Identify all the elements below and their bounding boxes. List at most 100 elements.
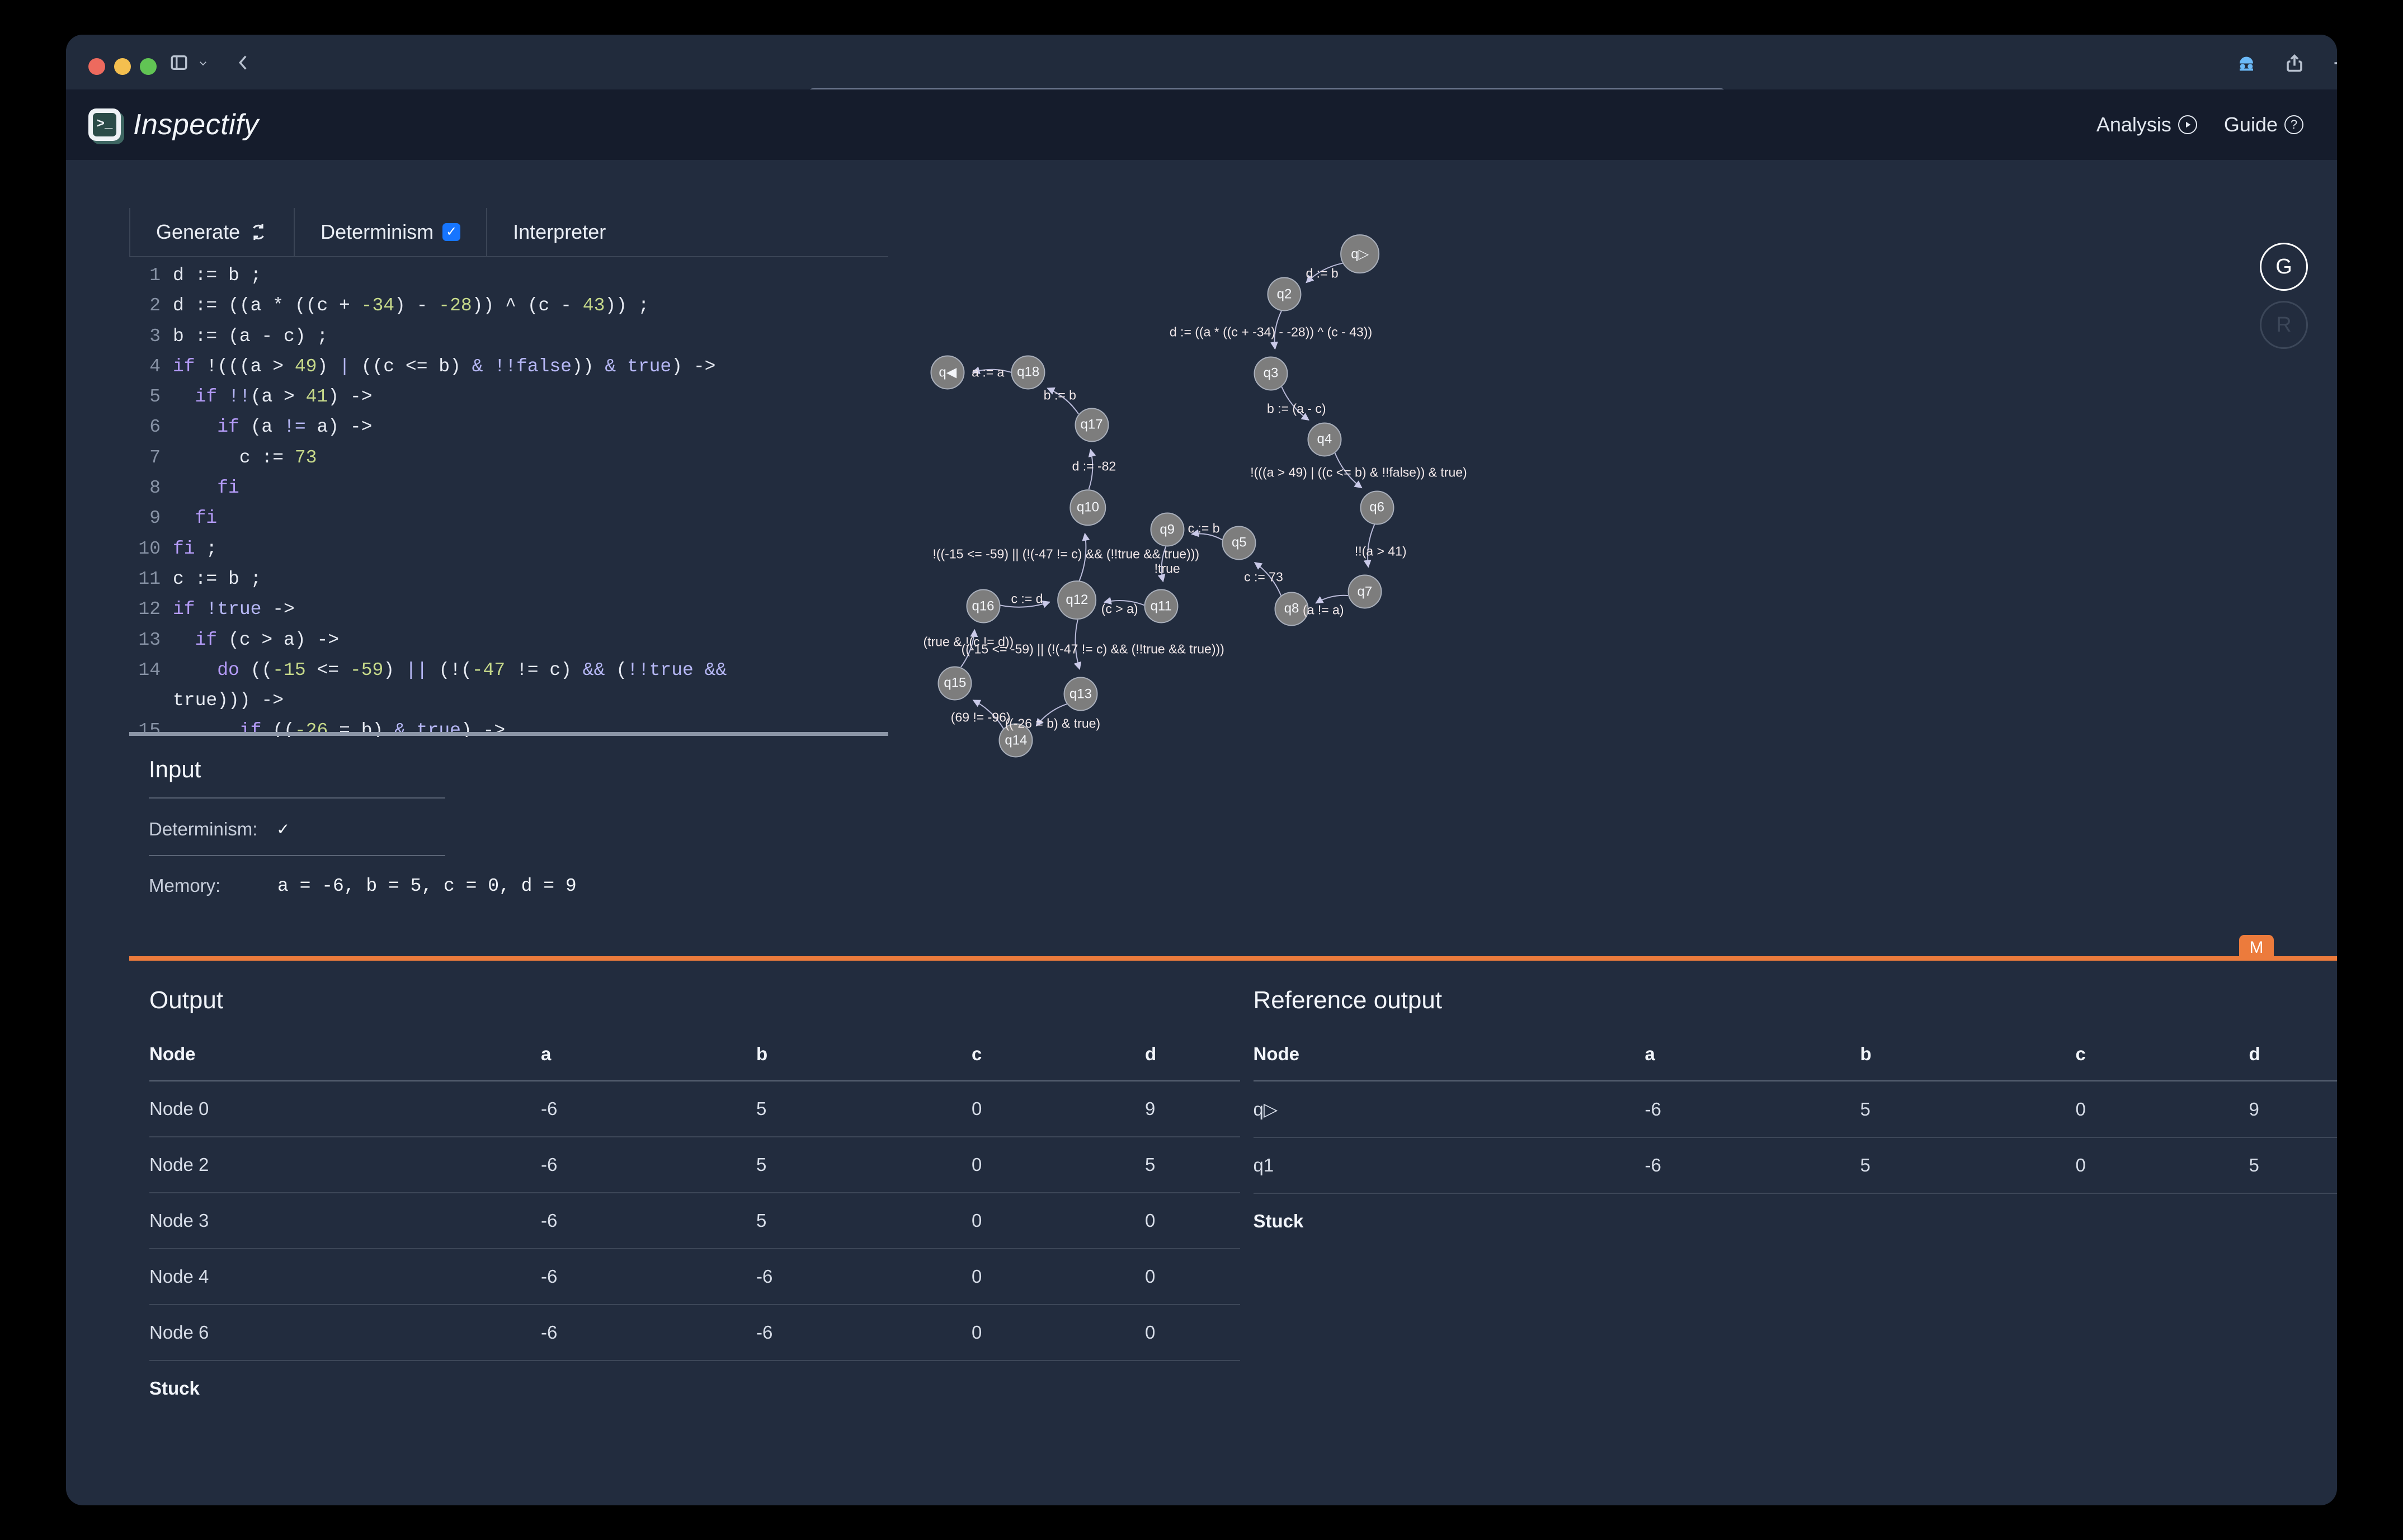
window-controls[interactable] — [88, 58, 157, 75]
reference-output-table: Nodeabcd q▷-6509q1-6505 — [1254, 1027, 2338, 1194]
output-column: Output Nodeabcd Node 0-6509Node 2-6505No… — [129, 961, 1233, 1475]
tab-determinism-label: Determinism — [321, 220, 434, 244]
graph-mode-buttons: G R — [2260, 243, 2308, 359]
graph-edge-label: b := b — [1044, 388, 1076, 403]
reference-cell: 0 — [2076, 1081, 2249, 1137]
output-table-header: Nodeabcd — [149, 1027, 1240, 1081]
graph-node[interactable]: q18 — [1011, 355, 1045, 389]
output-cell: -6 — [756, 1249, 972, 1305]
code-line: 10fi ; — [129, 534, 888, 564]
graph-edge-label: d := ((a * ((c + -34) - -28)) ^ (c - 43)… — [1170, 324, 1372, 339]
graph-node[interactable]: q11 — [1144, 589, 1178, 623]
graph-edge-label: a := a — [972, 365, 1004, 380]
output-cell: 0 — [1145, 1193, 1240, 1249]
back-chevron-icon[interactable] — [234, 53, 253, 72]
checkbox-checked-icon[interactable]: ✓ — [442, 223, 460, 241]
code-line: 4if !(((a > 49) | ((c <= b) & !!false)) … — [129, 352, 888, 382]
close-window-button[interactable] — [88, 58, 105, 75]
line-content: c := b ; — [173, 564, 261, 594]
divider-line-2 — [149, 855, 445, 856]
graph-node[interactable]: q9 — [1150, 512, 1184, 546]
tab-bar: Generate Determinism ✓ Interpreter — [129, 208, 632, 256]
graph-edges — [888, 208, 2337, 956]
graph-node[interactable]: q5 — [1222, 526, 1256, 560]
code-line: 5 if !!(a > 41) -> — [129, 382, 888, 412]
output-cell: Node 0 — [149, 1081, 541, 1137]
output-cell: -6 — [541, 1305, 756, 1361]
tab-generate[interactable]: Generate — [129, 208, 295, 256]
output-cell: 0 — [972, 1305, 1145, 1361]
tab-interpreter[interactable]: Interpreter — [487, 208, 632, 256]
terminal-prompt-glyph: >_ — [93, 113, 116, 136]
graph-node[interactable]: q16 — [966, 589, 1000, 623]
line-number: 12 — [129, 594, 173, 625]
table-row: q▷-6509 — [1254, 1081, 2338, 1137]
code-line: 14 do ((-15 <= -59) || (!(-47 != c) && (… — [129, 655, 888, 686]
chevron-down-icon[interactable] — [198, 58, 208, 68]
plus-icon[interactable] — [2330, 53, 2337, 73]
reference-table-body: q▷-6509q1-6505 — [1254, 1081, 2338, 1193]
graph-node[interactable]: q13 — [1063, 677, 1097, 711]
line-content: if !!(a > 41) -> — [173, 382, 373, 412]
graph-node[interactable]: q2 — [1267, 277, 1301, 311]
graph-edge-label: (a != a) — [1303, 602, 1344, 617]
tab-determinism[interactable]: Determinism ✓ — [295, 208, 487, 256]
graph-node[interactable]: q◀ — [931, 355, 965, 389]
reference-column-header: a — [1645, 1027, 1860, 1081]
graph-node[interactable]: q6 — [1360, 490, 1394, 525]
line-number: 11 — [129, 564, 173, 594]
nav-guide[interactable]: Guide ? — [2224, 113, 2303, 136]
memory-badge[interactable]: M — [2239, 935, 2274, 961]
reference-output-title: Reference output — [1254, 986, 2338, 1014]
table-row: Node 2-6505 — [149, 1137, 1240, 1193]
app-logo: >_ Inspectify — [88, 108, 259, 141]
graph-node[interactable]: q17 — [1075, 408, 1109, 442]
minimize-window-button[interactable] — [114, 58, 131, 75]
code-editor[interactable]: 1d := b ;2d := ((a * ((c + -34) - -28)) … — [129, 256, 888, 737]
graph-node[interactable]: q12 — [1058, 581, 1097, 620]
line-content: fi — [173, 473, 239, 503]
maximize-window-button[interactable] — [140, 58, 157, 75]
line-content: fi — [173, 503, 217, 533]
memory-label: Memory: — [149, 875, 277, 896]
graph-edge-label: !!(a > 41) — [1355, 544, 1407, 559]
line-content: fi ; — [173, 534, 217, 564]
reference-cell: -6 — [1645, 1081, 1860, 1137]
line-content: if !true -> — [173, 594, 295, 625]
reference-cell: 9 — [2249, 1081, 2338, 1137]
graph-node[interactable]: q▷ — [1340, 234, 1379, 273]
output-cell: 9 — [1145, 1081, 1240, 1137]
graph-button-r[interactable]: R — [2260, 301, 2308, 349]
graph-button-g[interactable]: G — [2260, 243, 2308, 291]
play-circle-icon — [2178, 115, 2197, 134]
graph-edge-label: c := d — [1011, 592, 1043, 607]
output-cell: 0 — [1145, 1305, 1240, 1361]
extension-icon[interactable] — [2236, 54, 2256, 74]
line-number: 9 — [129, 503, 173, 533]
output-cell: 5 — [756, 1137, 972, 1193]
code-line: 11c := b ; — [129, 564, 888, 594]
graph-node[interactable]: q15 — [938, 666, 972, 700]
editor-horizontal-scrollbar[interactable] — [129, 732, 888, 736]
graph-node[interactable]: q4 — [1307, 422, 1341, 456]
graph-edge-label: !true — [1155, 561, 1180, 576]
reference-cell: 0 — [2076, 1137, 2249, 1193]
line-content: if (c > a) -> — [173, 625, 339, 655]
tab-generate-label: Generate — [156, 220, 240, 244]
graph-edge-label: !(((a > 49) | ((c <= b) & !!false)) & tr… — [1250, 465, 1467, 480]
code-line: 1d := b ; — [129, 261, 888, 291]
graph-node[interactable]: q7 — [1347, 575, 1382, 609]
table-row: Node 6-6-600 — [149, 1305, 1240, 1361]
nav-analysis[interactable]: Analysis — [2096, 113, 2197, 136]
code-line: 6 if (a != a) -> — [129, 412, 888, 442]
share-icon[interactable] — [2284, 53, 2305, 73]
graph-node[interactable]: q3 — [1254, 356, 1288, 390]
code-line: 2d := ((a * ((c + -34) - -28)) ^ (c - 43… — [129, 291, 888, 321]
browser-window: localhost >_ Inspectify Analysis Guide — [66, 35, 2337, 1505]
tab-interpreter-label: Interpreter — [513, 220, 606, 244]
sidebar-toggle-icon[interactable] — [169, 53, 189, 72]
automaton-graph[interactable]: q▷q2q3q4q6q7q8q5q9q11q12q10q17q18q◀q16q1… — [888, 208, 2337, 956]
reference-cell: q1 — [1254, 1137, 1645, 1193]
output-cell: 0 — [972, 1137, 1145, 1193]
output-cell: 5 — [756, 1081, 972, 1137]
